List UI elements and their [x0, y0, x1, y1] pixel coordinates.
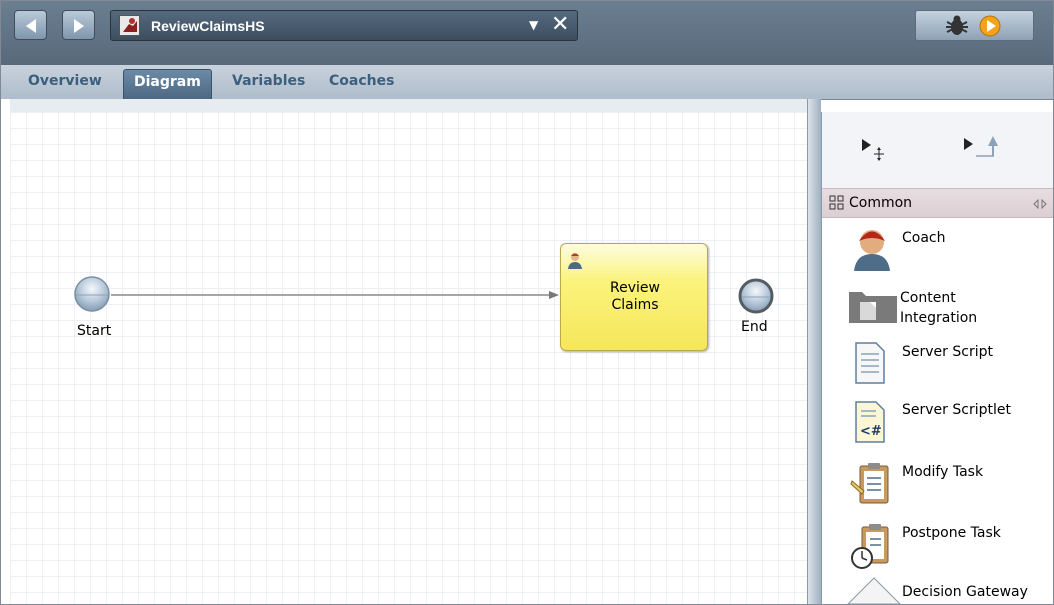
diagram-canvas[interactable]: Start End: [10, 112, 807, 604]
end-event[interactable]: [738, 278, 774, 314]
tab-variables[interactable]: Variables: [232, 73, 305, 89]
diagram-flow-layer: [74, 276, 774, 314]
script-document-icon: [855, 342, 885, 384]
start-event[interactable]: [74, 276, 110, 312]
folder-document-icon: [849, 292, 897, 323]
category-icon: [829, 195, 844, 210]
palette: Common Coach Content Integration Server …: [821, 112, 1053, 604]
run-debug-toolbar: [915, 10, 1034, 41]
tab-diagram[interactable]: Diagram: [123, 69, 212, 99]
forward-button[interactable]: [62, 10, 95, 40]
palette-tools: [822, 112, 1053, 188]
clipboard-clock-icon: [851, 524, 889, 569]
palette-item-label: Server Scriptlet: [902, 402, 1011, 418]
play-icon[interactable]: [978, 14, 1002, 38]
tab-dropdown-icon[interactable]: ▼: [529, 18, 538, 32]
palette-item-label: Content Integration: [900, 290, 978, 326]
clipboard-edit-icon: [850, 463, 889, 504]
palette-section-label: Common: [849, 195, 913, 211]
canvas-left-margin: [1, 99, 10, 604]
palette-item-label: Postpone Task: [902, 525, 1001, 541]
bug-icon[interactable]: [944, 14, 970, 38]
select-connect-tool[interactable]: [860, 137, 890, 163]
user-icon: [568, 253, 582, 269]
start-event-label: Start: [77, 323, 112, 339]
sequence-flow-tool[interactable]: [962, 134, 1002, 162]
arrow-left-icon: [26, 19, 36, 33]
diamond-gateway-icon: [847, 577, 901, 604]
tab-overview[interactable]: Overview: [28, 73, 102, 89]
end-event-label: End: [741, 319, 768, 335]
close-icon[interactable]: ✕: [551, 12, 569, 38]
canvas-top-margin: [1, 99, 821, 112]
editor-tab-title: ReviewClaimsHS: [151, 18, 265, 34]
coach-user-icon: [854, 230, 890, 271]
palette-item-label: Modify Task: [902, 464, 984, 480]
tab-coaches[interactable]: Coaches: [329, 73, 394, 89]
sequence-flow-start-to-task[interactable]: [111, 291, 559, 299]
palette-item-label: Server Script: [902, 344, 993, 360]
human-service-icon: [119, 15, 140, 36]
palette-item-label: Decision Gateway: [902, 584, 1028, 600]
arrow-right-icon: [74, 19, 84, 33]
task-label: Review Claims: [610, 280, 660, 313]
collapse-arrows-icon[interactable]: [1033, 199, 1047, 209]
title-bar: ReviewClaimsHS ▼ ✕: [1, 1, 1053, 65]
palette-section-common[interactable]: Common: [822, 188, 1053, 218]
process-editor-window: ReviewClaimsHS ▼ ✕ Overview Diagram Vari…: [0, 0, 1054, 605]
review-claims-task[interactable]: Review Claims: [560, 243, 708, 351]
svg-text:<#: <#: [860, 424, 882, 439]
back-button[interactable]: [14, 10, 47, 40]
scriptlet-document-icon: <#: [855, 401, 885, 443]
editor-tabs: Overview Diagram Variables Coaches: [1, 65, 1053, 100]
palette-item-label: Coach: [902, 230, 946, 246]
editor-tab[interactable]: ReviewClaimsHS ▼ ✕: [110, 10, 578, 41]
palette-splitter[interactable]: [807, 99, 821, 604]
